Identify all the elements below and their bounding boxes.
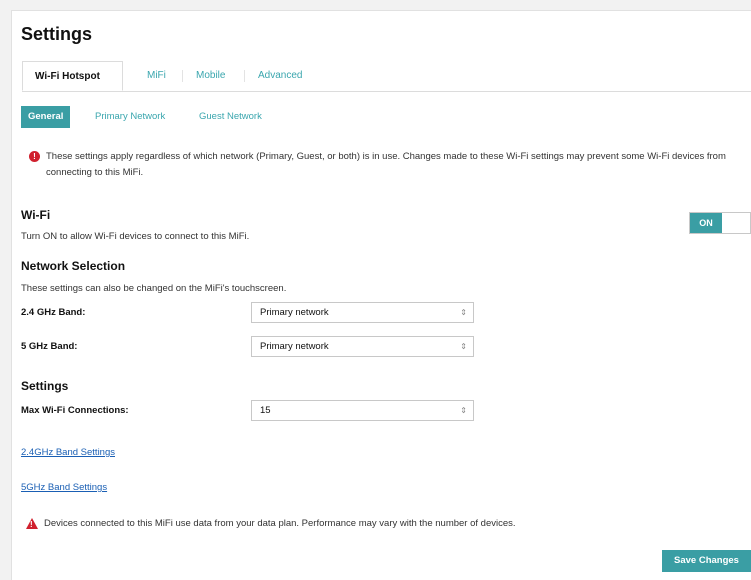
tab-wifi-hotspot[interactable]: Wi-Fi Hotspot: [22, 61, 123, 91]
band-24-settings-link[interactable]: 2.4GHz Band Settings: [21, 447, 115, 458]
info-notice: These settings apply regardless of which…: [46, 151, 726, 178]
wifi-toggle-on-label: ON: [690, 213, 722, 233]
band-5-label: 5 GHz Band:: [21, 341, 78, 352]
settings-heading: Settings: [21, 379, 69, 393]
data-plan-warning: Devices connected to this MiFi use data …: [44, 518, 516, 529]
wifi-heading: Wi-Fi: [21, 208, 51, 222]
select-arrows-icon: ⇕: [460, 406, 467, 415]
wifi-description: Turn ON to allow Wi-Fi devices to connec…: [21, 231, 250, 242]
band-5-settings-link[interactable]: 5GHz Band Settings: [21, 482, 107, 493]
subtab-general[interactable]: General: [21, 106, 71, 128]
max-connections-value: 15: [260, 405, 271, 416]
band-24-select[interactable]: Primary network ⇕: [251, 302, 474, 323]
select-arrows-icon: ⇕: [460, 342, 467, 351]
settings-panel: Settings Wi-Fi Hotspot MiFi Mobile Advan…: [11, 10, 751, 580]
tab-mifi[interactable]: MiFi: [147, 61, 166, 91]
max-connections-label: Max Wi-Fi Connections:: [21, 405, 129, 416]
band-5-value: Primary network: [260, 341, 329, 352]
page-title: Settings: [21, 24, 93, 44]
max-connections-select[interactable]: 15 ⇕: [251, 400, 474, 421]
main-tabs: Wi-Fi Hotspot MiFi Mobile Advanced: [22, 61, 751, 92]
tab-mobile[interactable]: Mobile: [196, 61, 225, 91]
tab-separator: [244, 70, 245, 82]
select-arrows-icon: ⇕: [460, 308, 467, 317]
wifi-toggle[interactable]: ON: [689, 212, 751, 234]
network-selection-description: These settings can also be changed on th…: [21, 283, 287, 294]
subtab-guest-network[interactable]: Guest Network: [199, 106, 262, 128]
save-changes-button[interactable]: Save Changes: [662, 550, 751, 572]
band-24-value: Primary network: [260, 307, 329, 318]
band-5-select[interactable]: Primary network ⇕: [251, 336, 474, 357]
warning-icon-mark: !: [30, 520, 33, 529]
subtab-primary-network[interactable]: Primary Network: [95, 106, 165, 128]
band-24-label: 2.4 GHz Band:: [21, 307, 86, 318]
tab-separator: [182, 70, 183, 82]
network-selection-heading: Network Selection: [21, 259, 126, 273]
alert-icon: !: [29, 151, 40, 162]
tab-advanced[interactable]: Advanced: [258, 61, 302, 91]
